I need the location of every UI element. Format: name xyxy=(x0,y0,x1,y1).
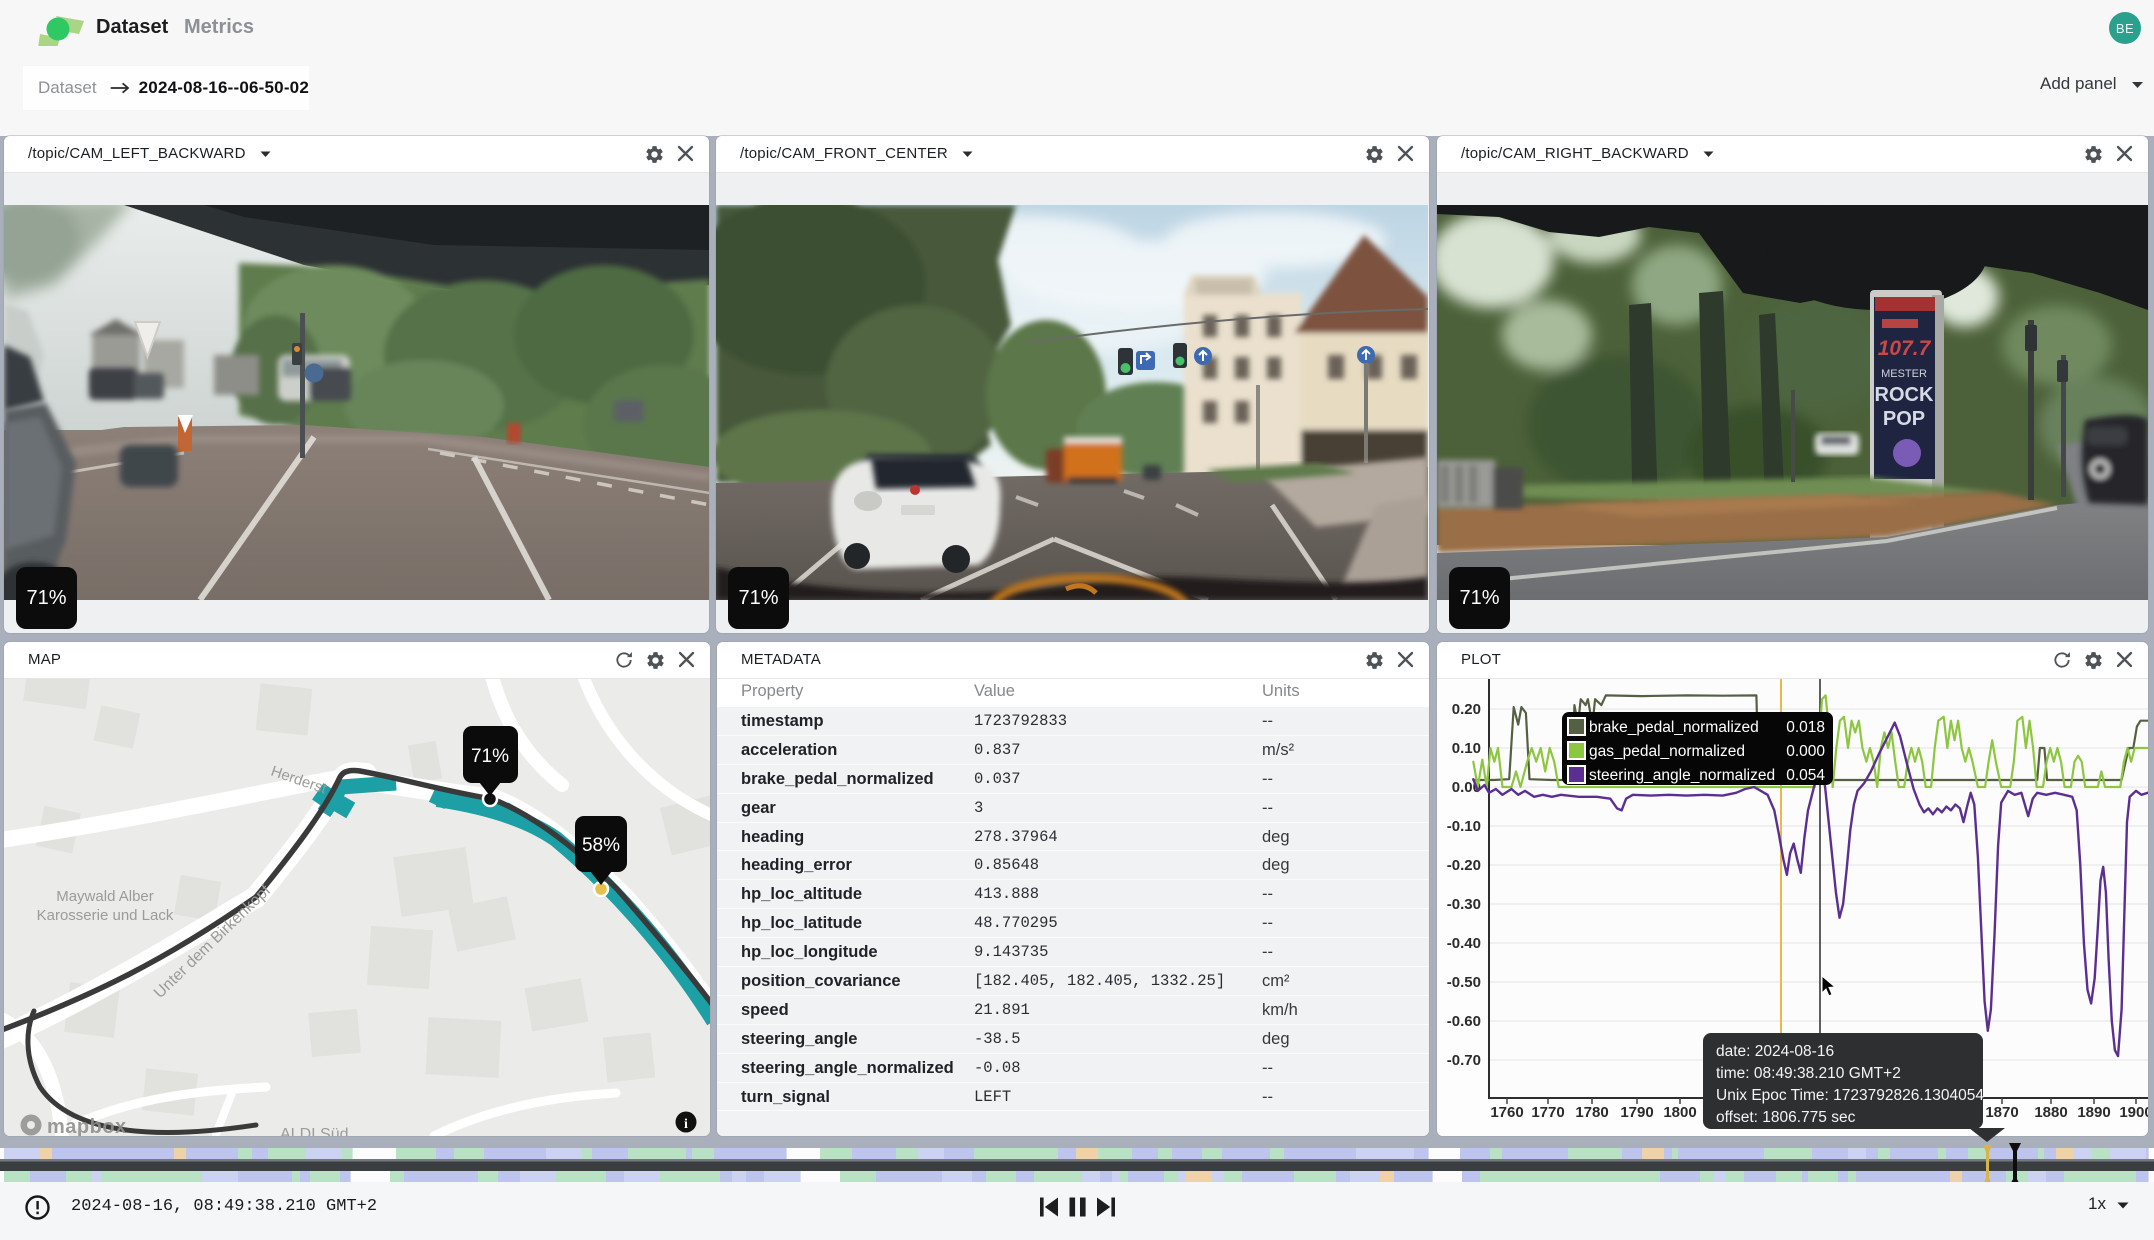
svg-text:brake_pedal_normalized: brake_pedal_normalized xyxy=(1589,719,1759,736)
svg-text:-0.10: -0.10 xyxy=(1447,818,1481,835)
svg-text:1890: 1890 xyxy=(2077,1104,2110,1121)
svg-text:i: i xyxy=(684,1117,688,1132)
svg-text:0.000: 0.000 xyxy=(1786,743,1825,760)
svg-text:-0.70: -0.70 xyxy=(1447,1052,1481,1069)
svg-text:1780: 1780 xyxy=(1575,1104,1608,1121)
svg-text:ALDI Süd: ALDI Süd xyxy=(280,1126,348,1136)
svg-text:Maywald Alber: Maywald Alber xyxy=(56,888,154,905)
svg-text:steering_angle_normalized: steering_angle_normalized xyxy=(1589,767,1775,784)
svg-text:0.20: 0.20 xyxy=(1452,701,1481,718)
svg-text:0.10: 0.10 xyxy=(1452,740,1481,757)
svg-text:1900: 1900 xyxy=(2119,1104,2148,1121)
svg-text:1770: 1770 xyxy=(1531,1104,1564,1121)
svg-text:gas_pedal_normalized: gas_pedal_normalized xyxy=(1589,743,1745,760)
svg-text:58%: 58% xyxy=(582,835,620,856)
svg-text:-0.30: -0.30 xyxy=(1447,896,1481,913)
svg-text:-0.40: -0.40 xyxy=(1447,935,1481,952)
svg-text:-0.20: -0.20 xyxy=(1447,857,1481,874)
svg-text:mapbox: mapbox xyxy=(47,1116,127,1136)
svg-text:1870: 1870 xyxy=(1985,1104,2018,1121)
svg-text:1880: 1880 xyxy=(2034,1104,2067,1121)
svg-text:MESTER: MESTER xyxy=(1881,368,1927,380)
svg-text:0.054: 0.054 xyxy=(1786,767,1825,784)
svg-text:71%: 71% xyxy=(471,746,509,767)
svg-text:-0.50: -0.50 xyxy=(1447,974,1481,991)
svg-text:1760: 1760 xyxy=(1490,1104,1523,1121)
svg-text:107.7: 107.7 xyxy=(1878,337,1932,360)
svg-text:ROCK: ROCK xyxy=(1875,384,1934,406)
svg-text:1800: 1800 xyxy=(1663,1104,1696,1121)
svg-text:0.018: 0.018 xyxy=(1786,719,1825,736)
svg-text:POP: POP xyxy=(1883,408,1925,430)
svg-text:-0.60: -0.60 xyxy=(1447,1013,1481,1030)
svg-text:Karosserie und Lack: Karosserie und Lack xyxy=(37,907,174,924)
svg-text:1790: 1790 xyxy=(1620,1104,1653,1121)
